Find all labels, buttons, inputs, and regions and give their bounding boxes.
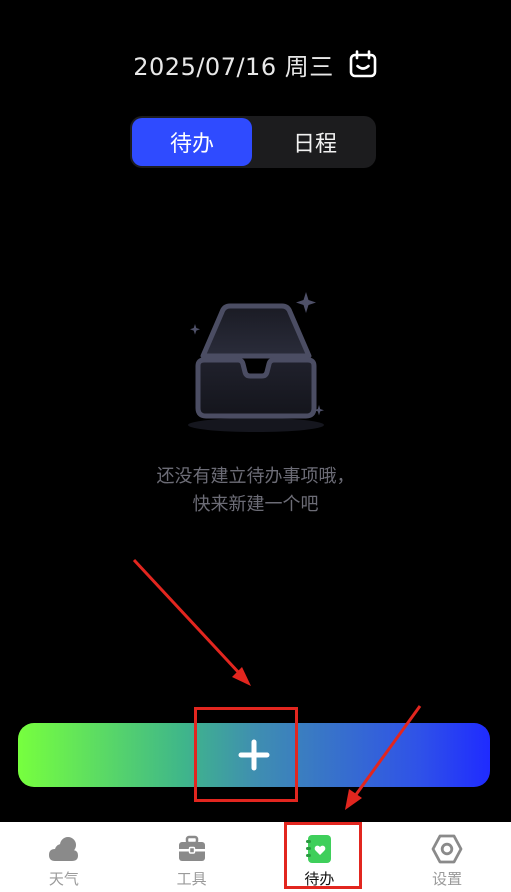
empty-state-line2: 快来新建一个吧: [192, 494, 319, 515]
calendar-icon[interactable]: [348, 49, 378, 79]
bottom-tab-bar: 天气 工具 待办 设置: [0, 822, 511, 892]
empty-state-message: 还没有建立待办事项哦， 快来新建一个吧: [0, 463, 511, 519]
tab-schedule[interactable]: 日程: [256, 118, 374, 166]
tabbar-item-tools[interactable]: 工具: [128, 822, 256, 892]
tab-todo[interactable]: 待办: [132, 118, 252, 166]
annotation-box-todo-tab: [284, 822, 362, 889]
date-header: 2025/07/16 周三: [0, 46, 511, 82]
tabbar-label-tools: 工具: [176, 870, 207, 888]
settings-hexagon-icon: [430, 834, 464, 864]
toolbox-icon: [175, 834, 209, 864]
segmented-control: 待办 日程: [130, 116, 376, 168]
tabbar-label-weather: 天气: [48, 870, 79, 888]
weather-cloud-icon: [47, 834, 81, 864]
tabbar-item-settings[interactable]: 设置: [383, 822, 511, 892]
empty-state-line1: 还没有建立待办事项哦，: [156, 466, 355, 487]
tabbar-item-weather[interactable]: 天气: [0, 822, 128, 892]
date-text: 2025/07/16 周三: [133, 52, 334, 81]
empty-inbox-icon: [178, 286, 334, 436]
tabbar-label-settings: 设置: [432, 870, 463, 888]
annotation-box-add-button: [194, 707, 298, 802]
